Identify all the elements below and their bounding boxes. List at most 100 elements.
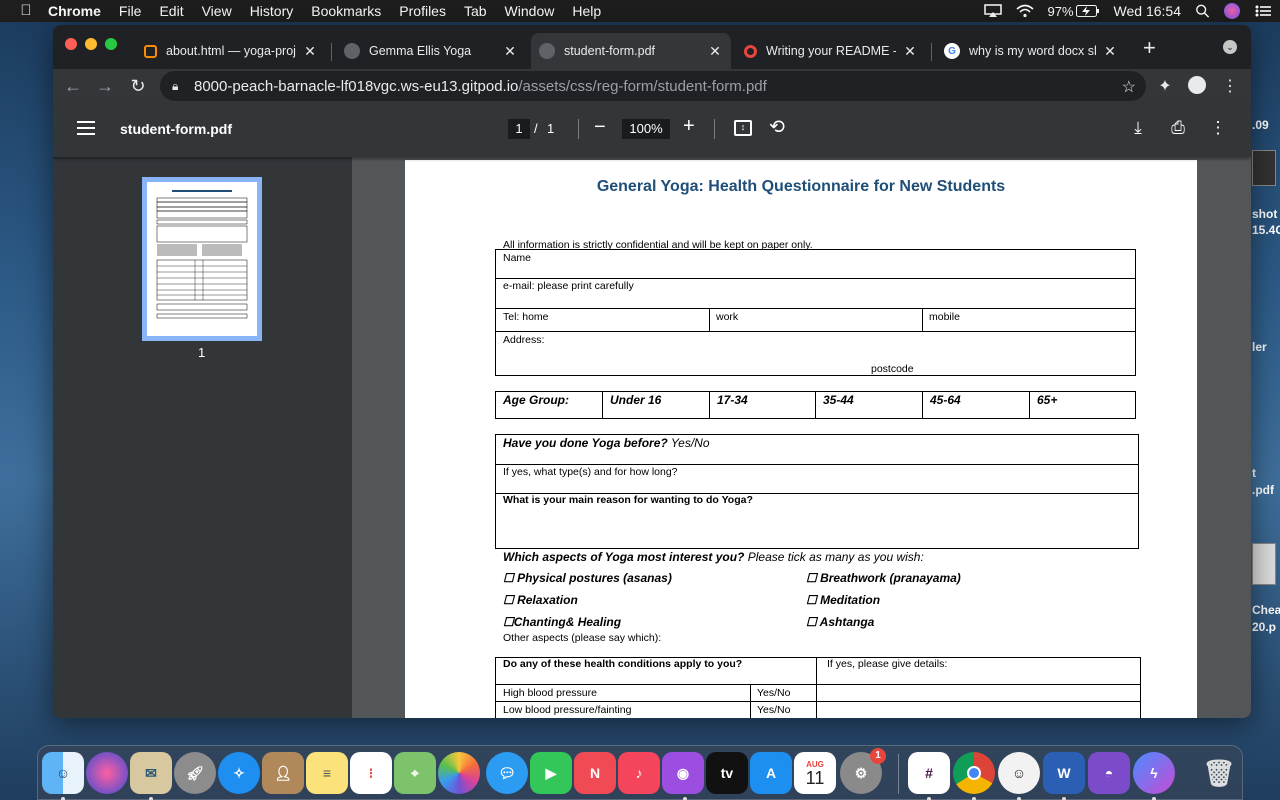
minimize-window-button[interactable] — [85, 38, 97, 50]
app-store-icon[interactable]: A — [750, 752, 792, 794]
launchpad-rocket-icon[interactable]: 🚀︎ — [174, 752, 216, 794]
yoga-before-label: Have you done Yoga before? — [503, 436, 668, 450]
finder-icon[interactable]: ☺ — [42, 752, 84, 794]
divider — [709, 391, 710, 419]
menu-help[interactable]: Help — [572, 3, 601, 19]
condition-answer: Yes/No — [757, 704, 791, 716]
menu-edit[interactable]: Edit — [159, 3, 183, 19]
yoga-experience-table — [495, 434, 1139, 549]
desktop-file-label[interactable]: .pdf — [1252, 483, 1274, 497]
mail-stamp-icon[interactable]: ✉ — [130, 752, 172, 794]
close-tab-icon[interactable]: ✕ — [302, 43, 318, 60]
menu-view[interactable]: View — [202, 3, 232, 19]
new-tab-button[interactable]: + — [1143, 37, 1156, 59]
desktop-file-label[interactable]: ler — [1252, 340, 1267, 354]
messenger-icon[interactable]: ϟ — [1133, 752, 1175, 794]
desktop-file-label[interactable]: 15.4C — [1252, 223, 1280, 237]
battery-percent: 97% — [1047, 3, 1074, 19]
pdf-more-kebab-icon[interactable]: ⋮ — [1208, 118, 1228, 138]
back-arrow-icon[interactable]: ← — [63, 76, 83, 96]
desktop-file-thumbnail[interactable] — [1252, 150, 1276, 186]
close-tab-icon[interactable]: ✕ — [502, 43, 518, 60]
tab-gemma-ellis-yoga[interactable]: Gemma Ellis Yoga ✕ — [336, 33, 526, 69]
profile-avatar-icon[interactable] — [1187, 76, 1207, 99]
photos-icon[interactable] — [438, 752, 480, 794]
facetime-icon[interactable]: ▶ — [530, 752, 572, 794]
slack-icon[interactable]: # — [908, 752, 950, 794]
github-desktop-icon[interactable]: ◓ — [1088, 752, 1130, 794]
desktop-file-label[interactable]: .09 — [1252, 118, 1269, 132]
download-icon[interactable]: ⤓ — [1128, 118, 1148, 138]
zoom-level-input[interactable]: 100% — [622, 119, 670, 139]
tab-about-html[interactable]: about.html — yoga-proj ✕ — [136, 33, 326, 69]
desktop-file-label[interactable]: 20.p — [1252, 620, 1276, 634]
tab-search-icon[interactable]: ⌄ — [1223, 40, 1237, 54]
condition-answer: Yes/No — [757, 687, 791, 699]
reminders-icon[interactable]: ⁝ — [350, 752, 392, 794]
podcasts-icon[interactable]: ◉ — [662, 752, 704, 794]
battery-charging-icon[interactable] — [1075, 4, 1100, 18]
zoom-out-minus-icon[interactable]: − — [594, 116, 606, 139]
chrome-icon[interactable] — [953, 752, 995, 794]
tab-student-form-pdf[interactable]: student-form.pdf ✕ — [531, 33, 731, 69]
desktop-file-label[interactable]: shot — [1252, 207, 1277, 221]
print-icon[interactable]: ⎙ — [1168, 118, 1188, 138]
messages-icon[interactable]: 💬︎ — [486, 752, 528, 794]
age-group-label: Age Group: — [503, 393, 569, 407]
music-icon[interactable]: ♪ — [618, 752, 660, 794]
menu-bookmarks[interactable]: Bookmarks — [311, 3, 381, 19]
divider — [709, 308, 710, 331]
siri-icon[interactable] — [86, 752, 128, 794]
wifi-icon[interactable] — [1015, 4, 1034, 18]
rotate-icon[interactable]: ⟲ — [769, 116, 785, 139]
close-tab-icon[interactable]: ✕ — [902, 43, 918, 60]
pdf-viewer-area[interactable]: General Yoga: Health Questionnaire for N… — [352, 157, 1251, 718]
apple-tv-icon[interactable]: tv — [706, 752, 748, 794]
desktop-file-label[interactable]: Chea — [1252, 603, 1280, 617]
close-tab-icon[interactable]: ✕ — [707, 43, 723, 60]
menu-history[interactable]: History — [250, 3, 294, 19]
chrome-menu-kebab-icon[interactable]: ⋮ — [1220, 76, 1240, 96]
trash-icon[interactable]: 🗑︎ — [1198, 752, 1240, 794]
page-thumbnail[interactable] — [142, 177, 262, 341]
zoom-window-button[interactable] — [105, 38, 117, 50]
menu-profiles[interactable]: Profiles — [399, 3, 446, 19]
maps-icon[interactable]: ⌖ — [394, 752, 436, 794]
tab-writing-readme[interactable]: Writing your README - ✕ — [736, 33, 926, 69]
bookmark-star-icon[interactable]: ☆ — [1122, 77, 1136, 97]
clock[interactable]: Wed 16:54 — [1114, 3, 1181, 19]
calendar-icon[interactable]: AUG 11 — [794, 752, 836, 794]
smiley-app-icon[interactable]: ☺ — [998, 752, 1040, 794]
siri-icon[interactable] — [1224, 3, 1240, 19]
contacts-icon[interactable]: 👤︎ — [262, 752, 304, 794]
word-icon[interactable]: W — [1043, 752, 1085, 794]
zoom-in-plus-icon[interactable]: + — [683, 115, 695, 138]
sidebar-toggle-menu-icon[interactable] — [77, 121, 95, 139]
close-window-button[interactable] — [65, 38, 77, 50]
system-preferences-gear-icon[interactable]: ⚙ 1 — [840, 748, 886, 794]
lock-icon[interactable]: 🔒︎ — [172, 79, 184, 94]
menu-file[interactable]: File — [119, 3, 142, 19]
apple-icon[interactable]:  — [18, 3, 34, 19]
menu-app-chrome[interactable]: Chrome — [48, 3, 101, 19]
divider — [495, 464, 1139, 465]
forward-arrow-icon[interactable]: → — [95, 76, 115, 96]
desktop-file-thumbnail[interactable] — [1252, 543, 1276, 585]
control-center-icon[interactable] — [1254, 4, 1272, 18]
desktop-file-label[interactable]: t — [1252, 466, 1256, 480]
extensions-puzzle-icon[interactable]: ✦ — [1155, 76, 1175, 96]
spotlight-search-icon[interactable] — [1195, 4, 1210, 18]
notes-icon[interactable]: ≡ — [306, 752, 348, 794]
address-bar[interactable]: 🔒︎ 8000-peach-barnacle-lf018vgc.ws-eu13.… — [160, 71, 1146, 101]
fit-to-page-icon[interactable]: ↕ — [734, 120, 752, 136]
safari-compass-icon[interactable]: ✧ — [218, 752, 260, 794]
page-number-input[interactable]: 1 — [508, 119, 530, 139]
reload-icon[interactable]: ↻ — [128, 76, 148, 96]
menu-window[interactable]: Window — [505, 3, 555, 19]
toolbar-divider — [578, 119, 579, 139]
airplay-icon[interactable] — [983, 4, 1002, 18]
news-icon[interactable]: N — [574, 752, 616, 794]
tab-word-docx-search[interactable]: G why is my word docx sh ✕ — [936, 33, 1126, 69]
menu-tab[interactable]: Tab — [464, 3, 487, 19]
close-tab-icon[interactable]: ✕ — [1102, 43, 1118, 60]
